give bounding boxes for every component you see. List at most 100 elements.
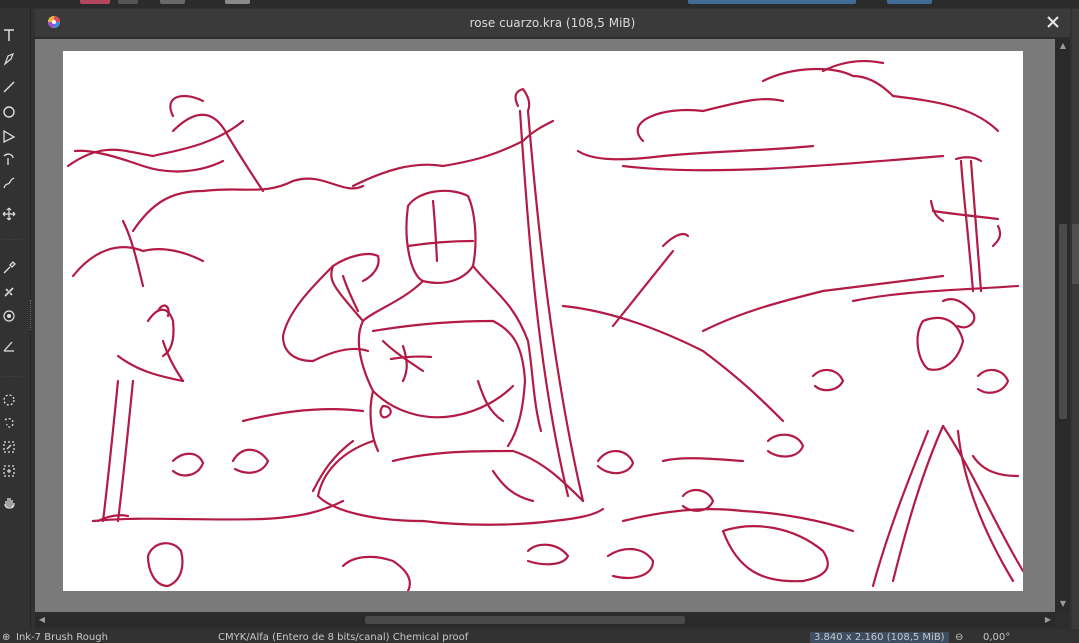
dock-grip[interactable] (30, 300, 34, 330)
sketch-sword-stroke (116, 379, 135, 523)
line-tool-icon[interactable] (0, 78, 17, 95)
similar-select-icon[interactable] (0, 438, 17, 455)
sketch-sword-stroke (661, 232, 690, 248)
sketch-rock-stroke (871, 429, 930, 588)
sketch-sword-stroke (146, 308, 175, 358)
magnetic-select-icon[interactable] (0, 462, 17, 479)
sketch-cloud-stroke (761, 68, 895, 98)
scroll-left-icon[interactable]: ◀ (37, 615, 47, 625)
polygon-tool-icon[interactable] (0, 127, 17, 144)
sketch-figure-stroke (371, 384, 515, 419)
sketch-mountain-stroke (169, 94, 205, 118)
sketch-cloud-stroke (576, 144, 815, 161)
bezier-tool-icon[interactable] (0, 150, 17, 167)
sketch-flower-stroke (596, 450, 635, 475)
canvas-viewport[interactable] (35, 39, 1055, 612)
horizontal-scrollbar[interactable]: ◀ ▶ (35, 613, 1055, 627)
sketch-sword-stroke (611, 249, 675, 328)
text-tool-icon[interactable] (0, 26, 17, 43)
sketch-hill-stroke (561, 304, 785, 423)
sketch-cross-stroke (959, 159, 975, 293)
pan-tool-icon[interactable] (0, 493, 17, 510)
sketch-mountain-stroke (66, 119, 245, 168)
toolbar-slider[interactable] (887, 0, 932, 4)
sketch-flower-stroke (231, 448, 270, 474)
sketch-figure-stroke (405, 189, 477, 284)
status-brush-name[interactable]: Ink-7 Brush Rough (16, 632, 108, 643)
sketch-flower-stroke (976, 368, 1010, 394)
scroll-up-icon[interactable]: ▲ (1058, 41, 1068, 51)
sketch-figure-stroke (476, 379, 505, 423)
sketch-figure-stroke (379, 404, 392, 419)
sketch-sword-stroke (161, 339, 185, 383)
sketch-rock-stroke (956, 429, 1015, 583)
sketch-flower-stroke (811, 368, 845, 392)
sketch-flower-stroke (766, 433, 805, 458)
sketch-grass-stroke (661, 457, 745, 463)
dock-tab[interactable] (1072, 224, 1079, 284)
sketch-grass-stroke (241, 407, 365, 423)
sketch-figure-stroke (330, 252, 380, 323)
sketch-strawberry-stroke (941, 297, 976, 329)
sketch-figure-stroke (431, 199, 439, 263)
freehand-path-tool-icon[interactable] (0, 174, 17, 191)
right-dock-edge (1072, 9, 1079, 629)
sketch-pole-stroke (518, 109, 570, 498)
sketch-cross-stroke (954, 156, 983, 163)
sketch-figure-stroke (391, 449, 585, 503)
ellipse-tool-icon[interactable] (0, 103, 17, 120)
status-bar: ⊕ Ink-7 Brush Rough CMYK/Alfa (Entero de… (0, 630, 1079, 643)
sketch-strawberry-stroke (341, 555, 411, 591)
sketch-flower-stroke (171, 452, 205, 477)
sketch-strawberry-stroke (916, 316, 965, 371)
sketch-cross-stroke (991, 224, 1002, 248)
color-picker-icon[interactable] (0, 259, 17, 276)
sketch-figure-stroke (491, 469, 535, 503)
status-color-space: CMYK/Alfa (Entero de 8 bits/canal) Chemi… (218, 632, 469, 643)
close-icon[interactable] (1044, 13, 1062, 31)
sketch-figure-stroke (316, 439, 425, 523)
sketch-rock-stroke (971, 454, 1020, 478)
vertical-scrollbar[interactable]: ▲ ▼ (1056, 39, 1070, 612)
freehand-select-icon[interactable] (0, 414, 17, 431)
top-toolbar-strip (0, 0, 1079, 8)
sketch-pole-stroke (514, 87, 531, 113)
sketch-hill-stroke (851, 284, 1020, 303)
horizontal-scroll-thumb[interactable] (365, 616, 685, 624)
sketch-strawberry-stroke (606, 548, 655, 579)
document-title: rose cuarzo.kra (108,5 MiB) (469, 16, 636, 30)
toolbar-slider[interactable] (688, 0, 856, 4)
assistant-tool-icon[interactable] (0, 307, 17, 324)
sketch-figure-stroke (389, 355, 433, 361)
sketch-cloud-stroke (621, 154, 945, 172)
sketch-cross-stroke (969, 159, 983, 293)
status-rotation: 0,00° (983, 632, 1011, 643)
sketch-mountain-stroke (73, 149, 225, 173)
sketch-figure-stroke (491, 319, 527, 448)
sketch-figure-stroke (406, 239, 475, 248)
toolbox-separator (2, 376, 22, 377)
vertical-scroll-thumb[interactable] (1059, 224, 1067, 419)
toolbar-fragment (118, 0, 138, 4)
scroll-down-icon[interactable]: ▼ (1058, 599, 1068, 609)
toolbar-fragment (80, 0, 110, 4)
sketch-mountain-stroke (131, 177, 365, 233)
drawing-canvas[interactable] (63, 51, 1023, 591)
toolbox (0, 8, 31, 642)
move-tool-icon[interactable] (0, 205, 17, 222)
document-titlebar[interactable]: rose cuarzo.kra (108,5 MiB) (35, 9, 1070, 37)
scroll-right-icon[interactable]: ▶ (1043, 615, 1053, 625)
smart-patch-icon[interactable] (0, 283, 17, 300)
sketch-figure-stroke (401, 344, 408, 383)
sketch-cloud-stroke (891, 94, 1000, 133)
toolbox-separator (2, 239, 22, 240)
sketch-figure-stroke (371, 319, 495, 333)
calligraphy-tool-icon[interactable] (0, 50, 17, 67)
sketch-figure-stroke (421, 507, 605, 526)
rotation-icon[interactable]: ⊖ (955, 632, 963, 643)
measure-tool-icon[interactable] (0, 337, 17, 354)
ellipse-select-icon[interactable] (0, 391, 17, 408)
sketch-hill-stroke (701, 274, 945, 333)
toolbar-fragment (160, 0, 185, 4)
sketch-strawberry-stroke (721, 525, 829, 583)
